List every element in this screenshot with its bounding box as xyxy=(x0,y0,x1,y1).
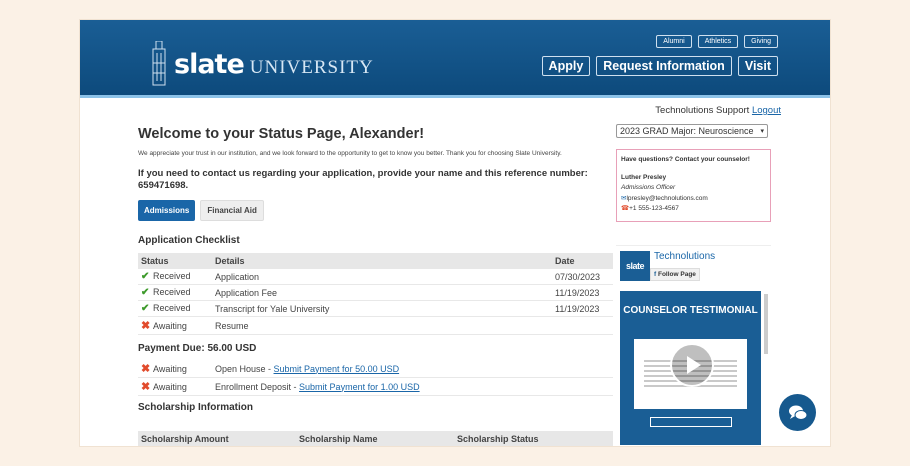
term-select[interactable]: 2023 GRAD Major: Neuroscience ▾ xyxy=(616,124,768,138)
tower-icon xyxy=(152,41,166,86)
table-row: ✖ Awaiting Enrollment Deposit - Submit Pa… xyxy=(138,377,613,396)
check-icon: ✔ xyxy=(141,303,150,314)
col-details: Details xyxy=(212,253,552,269)
row-status: Received xyxy=(153,287,191,297)
logo-university: UNIVERSITY xyxy=(249,57,374,78)
video-title: COUNSELOR TESTIMONIAL xyxy=(623,305,758,316)
term-select-value: 2023 GRAD Major: Neuroscience xyxy=(620,126,754,136)
logo-word: slate xyxy=(174,48,245,80)
page-name[interactable]: Technolutions xyxy=(654,251,715,263)
payment-title: Payment Due: 56.00 USD xyxy=(138,343,257,354)
col-status: Status xyxy=(138,253,212,269)
name-tag xyxy=(650,417,732,427)
page-logo[interactable]: slate xyxy=(620,251,650,281)
utility-nav: Alumni Athletics Giving xyxy=(656,35,778,48)
counselor-role: Admissions Officer xyxy=(621,184,676,191)
row-status: Received xyxy=(153,303,191,313)
reference-text: If you need to contact us regarding your… xyxy=(138,168,588,191)
row-status: Awaiting xyxy=(153,364,187,374)
counselor-phone: +1 555-123-4567 xyxy=(629,205,679,212)
counselor-heading: Have questions? Contact your counselor! xyxy=(621,156,750,163)
x-icon: ✖ xyxy=(141,381,151,393)
check-icon: ✔ xyxy=(141,287,150,298)
nav-alumni[interactable]: Alumni xyxy=(656,35,692,48)
submit-payment-link[interactable]: Submit Payment for 50.00 USD xyxy=(274,364,400,374)
facebook-header: slate Technolutions f Follow Page xyxy=(620,251,715,281)
intro-text: We appreciate your trust in our institut… xyxy=(138,150,562,157)
x-icon: ✖ xyxy=(141,363,151,375)
counselor-phone-row: ☎+1 555-123-4567 xyxy=(621,204,766,215)
row-details: Application Fee xyxy=(212,284,552,301)
row-date xyxy=(552,316,613,335)
check-icon: ✔ xyxy=(141,271,150,282)
chat-icon xyxy=(788,405,807,420)
row-details: Resume xyxy=(212,316,552,335)
x-icon: ✖ xyxy=(141,320,151,332)
row-status: Awaiting xyxy=(153,321,187,331)
counselor-email[interactable]: lpresley@technolutions.com xyxy=(626,195,707,202)
payment-label: Open House - xyxy=(215,363,274,374)
nav-athletics[interactable]: Athletics xyxy=(697,35,739,48)
facebook-widget: slate Technolutions f Follow Page COUNSE… xyxy=(616,245,771,446)
col-scholarship-name: Scholarship Name xyxy=(296,431,454,446)
status-page: slate UNIVERSITY Alumni Athletics Giving… xyxy=(80,20,830,446)
row-details: Transcript for Yale University xyxy=(212,300,552,317)
support-text: Technolutions Support xyxy=(655,105,750,116)
tab-bar: Admissions Financial Aid xyxy=(138,200,264,221)
col-scholarship-amount: Scholarship Amount xyxy=(138,431,296,446)
support-bar: Technolutions Support Logout xyxy=(655,105,781,116)
payment-table: ✖ Awaiting Open House - Submit Payment fo… xyxy=(138,360,613,396)
tab-admissions[interactable]: Admissions xyxy=(138,200,196,221)
scrollbar[interactable] xyxy=(764,294,768,354)
table-row: ✔ Received Transcript for Yale University… xyxy=(138,300,613,317)
table-row: ✖ Awaiting Resume xyxy=(138,316,613,335)
main-nav: Apply Request Information Visit xyxy=(541,56,778,76)
col-scholarship-status: Scholarship Status xyxy=(454,431,613,446)
row-date: 07/30/2023 xyxy=(552,269,613,285)
table-row: ✖ Awaiting Open House - Submit Payment fo… xyxy=(138,360,613,378)
chat-button[interactable] xyxy=(779,394,816,431)
phone-icon: ☎ xyxy=(621,205,630,212)
video-thumbnail[interactable]: COUNSELOR TESTIMONIAL xyxy=(620,291,761,445)
row-status: Awaiting xyxy=(153,382,187,392)
logout-link[interactable]: Logout xyxy=(752,105,781,116)
nav-giving[interactable]: Giving xyxy=(744,35,778,48)
checklist-table: Status Details Date ✔ Received Applicatio… xyxy=(138,253,613,335)
site-header: slate UNIVERSITY Alumni Athletics Giving… xyxy=(80,20,830,98)
table-row: ✔ Received Application 07/30/2023 xyxy=(138,269,613,285)
checklist-title: Application Checklist xyxy=(138,235,240,246)
follow-page-button[interactable]: f Follow Page xyxy=(650,268,700,281)
page-title: Welcome to your Status Page, Alexander! xyxy=(138,126,425,142)
apply-button[interactable]: Apply xyxy=(541,56,591,76)
row-date: 11/19/2023 xyxy=(552,284,613,301)
submit-payment-link[interactable]: Submit Payment for 1.00 USD xyxy=(299,382,420,392)
counselor-card: Have questions? Contact your counselor! … xyxy=(616,149,771,222)
play-icon[interactable] xyxy=(670,343,714,387)
university-logo[interactable]: slate UNIVERSITY xyxy=(150,40,374,88)
chevron-down-icon: ▾ xyxy=(760,128,764,135)
visit-button[interactable]: Visit xyxy=(737,56,778,76)
scholarship-title: Scholarship Information xyxy=(138,402,254,413)
row-details: Application xyxy=(212,269,552,285)
request-information-button[interactable]: Request Information xyxy=(596,56,732,76)
row-status: Received xyxy=(153,271,191,281)
col-date: Date xyxy=(552,253,613,269)
table-row: ✔ Received Application Fee 11/19/2023 xyxy=(138,284,613,301)
tab-financial-aid[interactable]: Financial Aid xyxy=(200,200,264,221)
counselor-email-row[interactable]: ✉lpresley@technolutions.com xyxy=(621,194,766,205)
scholarship-table: Scholarship Amount Scholarship Name Scho… xyxy=(138,431,613,446)
counselor-name: Luther Presley xyxy=(621,173,667,181)
row-date: 11/19/2023 xyxy=(552,300,613,317)
payment-label: Enrollment Deposit - xyxy=(215,381,300,392)
